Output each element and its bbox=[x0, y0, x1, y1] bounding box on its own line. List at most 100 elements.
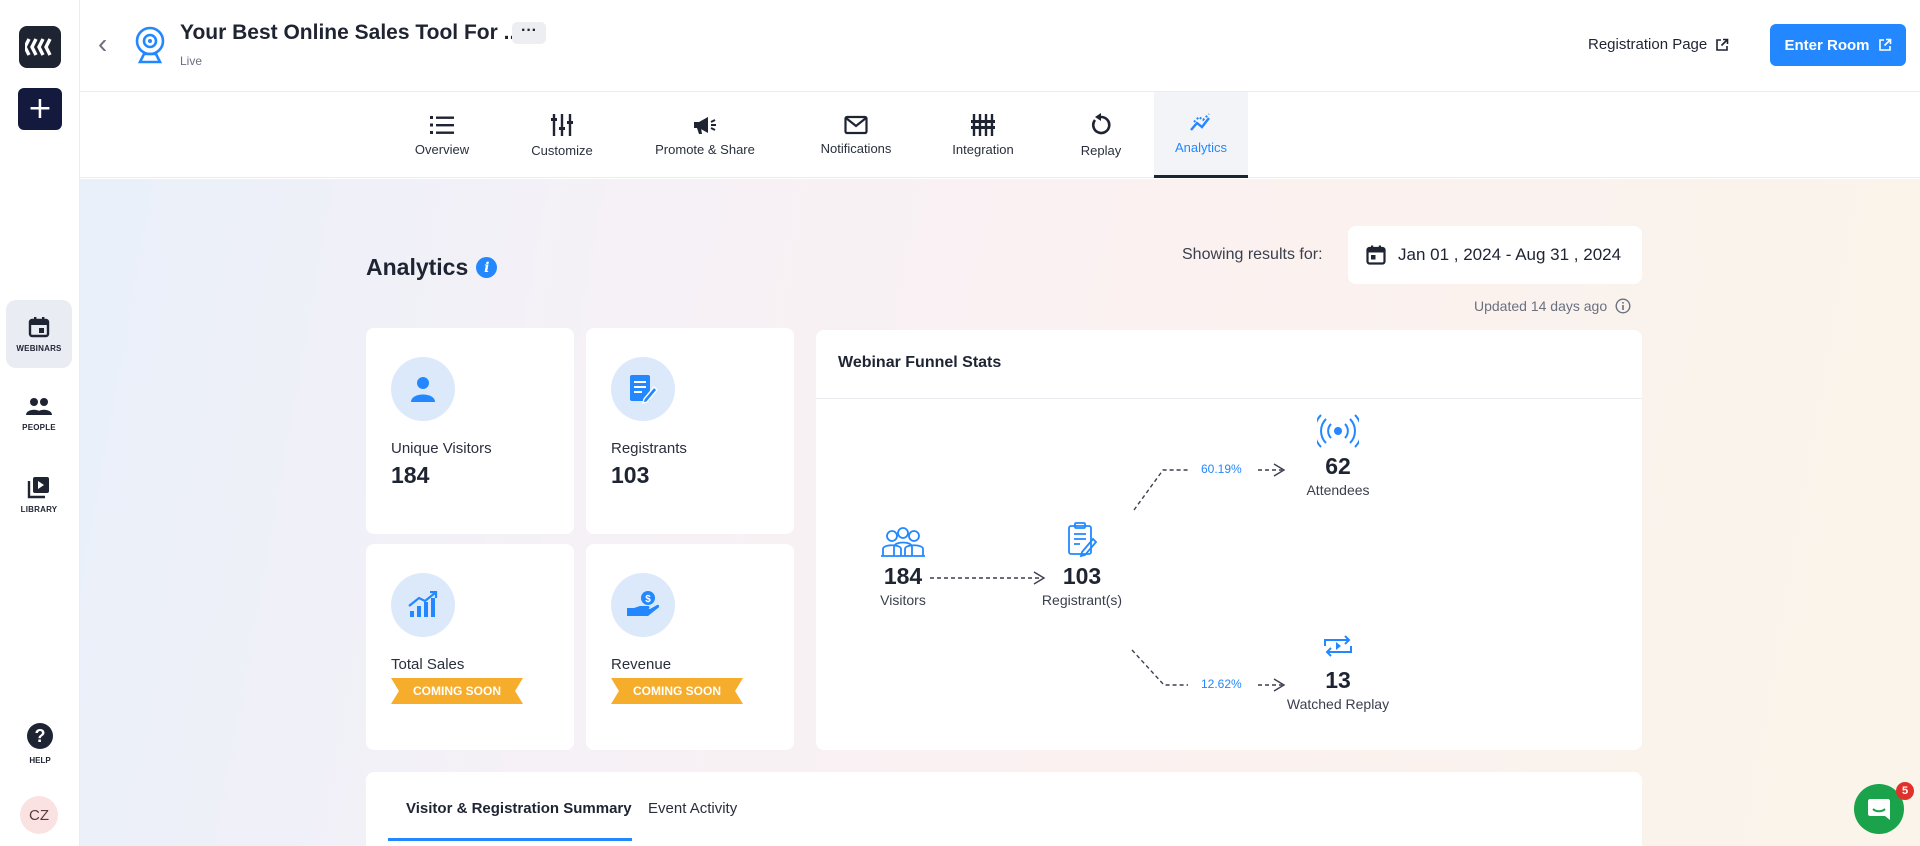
help-icon: ? bbox=[27, 723, 53, 749]
tab-analytics[interactable]: Analytics bbox=[1154, 92, 1248, 178]
funnel-value: 103 bbox=[1062, 563, 1102, 589]
tab-label: Notifications bbox=[820, 140, 892, 156]
registrant-icon-wrap bbox=[611, 357, 675, 421]
funnel-label: Attendees bbox=[1306, 482, 1370, 498]
analytics-heading: Analytics i bbox=[366, 254, 498, 281]
svg-text:$: $ bbox=[645, 594, 651, 605]
help-button[interactable]: ? HELP bbox=[26, 722, 54, 765]
registration-form-icon bbox=[1068, 522, 1098, 558]
tab-label: Customize bbox=[531, 142, 593, 158]
attendees-percent: 60.19% bbox=[1201, 462, 1242, 476]
page-title: Your Best Online Sales Tool For ... bbox=[180, 21, 522, 44]
logo-icon bbox=[25, 38, 52, 56]
top-header: ‹ Your Best Online Sales Tool For ... ··… bbox=[80, 0, 1920, 92]
coming-soon-badge: COMING SOON bbox=[611, 678, 743, 704]
tab-customize[interactable]: Customize bbox=[504, 92, 620, 178]
date-range-value: Jan 01 , 2024 - Aug 31 , 2024 bbox=[1398, 245, 1622, 264]
more-options-button[interactable]: ··· bbox=[512, 22, 546, 44]
funnel-value: 184 bbox=[883, 563, 923, 589]
tab-label: Overview bbox=[414, 141, 470, 157]
funnel-label: Registrant(s) bbox=[1041, 592, 1123, 608]
calendar-icon bbox=[1366, 245, 1386, 265]
library-icon bbox=[27, 476, 49, 498]
funnel-label: Visitors bbox=[880, 592, 926, 608]
rail-item-people[interactable]: PEOPLE bbox=[6, 380, 72, 448]
visitors-group-icon bbox=[881, 527, 925, 557]
webinar-funnel-card: Webinar Funnel Stats 184 Visitors 103 Re… bbox=[816, 330, 1642, 750]
status-label: Live bbox=[180, 54, 203, 68]
create-button[interactable]: + bbox=[18, 88, 62, 130]
tab-label: Promote & Share bbox=[655, 141, 755, 157]
registrants-card: Registrants 103 bbox=[586, 328, 794, 534]
enter-room-label: Enter Room bbox=[1784, 36, 1870, 54]
tab-overview[interactable]: Overview bbox=[380, 92, 504, 178]
rail-item-label: LIBRARY bbox=[20, 504, 58, 514]
summary-tabs-card: Visitor & Registration Summary Event Act… bbox=[366, 772, 1642, 846]
avatar[interactable]: CZ bbox=[20, 796, 58, 834]
funnel-attendees: 62 Attendees bbox=[1286, 414, 1390, 498]
registration-page-link[interactable]: Registration Page bbox=[1588, 36, 1729, 53]
funnel-registrants: 103 Registrant(s) bbox=[1026, 522, 1138, 608]
tab-label: Analytics bbox=[1174, 140, 1228, 155]
webinar-tabs: Overview Customize Promote & Share Notif… bbox=[80, 92, 1920, 178]
replay-loop-icon bbox=[1324, 635, 1352, 657]
external-link-icon bbox=[1878, 38, 1891, 51]
enter-room-button[interactable]: Enter Room bbox=[1770, 24, 1906, 66]
people-icon bbox=[26, 397, 52, 415]
stat-label: Total Sales bbox=[391, 656, 465, 673]
chat-unread-badge: 5 bbox=[1896, 782, 1914, 800]
list-icon bbox=[430, 115, 454, 134]
tab-replay[interactable]: Replay bbox=[1044, 92, 1158, 178]
registration-form-icon bbox=[630, 375, 658, 404]
revenue-card: $ Revenue COMING SOON bbox=[586, 544, 794, 750]
showing-results-label: Showing results for: bbox=[1182, 246, 1323, 263]
tab-visitor-registration-summary[interactable]: Visitor & Registration Summary bbox=[406, 800, 632, 817]
info-outline-icon[interactable] bbox=[1615, 298, 1631, 314]
active-tab-indicator bbox=[388, 838, 632, 841]
rail-item-webinars[interactable]: WEBINARS bbox=[6, 300, 72, 368]
person-icon bbox=[411, 377, 435, 402]
rail-item-library[interactable]: LIBRARY bbox=[6, 460, 72, 528]
tab-promote-share[interactable]: Promote & Share bbox=[620, 92, 790, 178]
stat-label: Unique Visitors bbox=[391, 440, 492, 457]
rail-item-label: PEOPLE bbox=[22, 422, 56, 432]
tab-event-activity[interactable]: Event Activity bbox=[648, 800, 737, 817]
tab-integration[interactable]: Integration bbox=[922, 92, 1044, 178]
sales-icon-wrap bbox=[391, 573, 455, 637]
app-logo[interactable] bbox=[19, 26, 61, 68]
visitor-icon-wrap bbox=[391, 357, 455, 421]
megaphone-icon bbox=[694, 116, 716, 134]
analytics-icon bbox=[1190, 113, 1210, 131]
left-rail: + WEBINARS PEOPLE LIBRARY ? HELP CZ bbox=[0, 0, 80, 846]
help-label: HELP bbox=[29, 756, 51, 765]
calendar-icon bbox=[28, 316, 50, 337]
webcam-icon bbox=[135, 26, 165, 64]
broadcast-icon bbox=[1313, 414, 1363, 448]
envelope-icon bbox=[844, 115, 868, 134]
updated-status: Updated 14 days ago bbox=[1474, 298, 1631, 314]
integration-icon bbox=[971, 113, 995, 136]
tab-label: Replay bbox=[1080, 142, 1122, 158]
sliders-icon bbox=[551, 113, 573, 136]
growth-chart-icon bbox=[408, 591, 438, 617]
stat-label: Registrants bbox=[611, 440, 687, 457]
coming-soon-badge: COMING SOON bbox=[391, 678, 523, 704]
chat-icon bbox=[1868, 799, 1890, 820]
back-icon[interactable]: ‹ bbox=[98, 30, 107, 58]
analytics-title: Analytics bbox=[366, 254, 469, 280]
stat-label: Revenue bbox=[611, 656, 672, 673]
total-sales-card: Total Sales COMING SOON bbox=[366, 544, 574, 750]
tab-notifications[interactable]: Notifications bbox=[790, 92, 922, 178]
rail-item-label: WEBINARS bbox=[16, 343, 62, 353]
replay-icon bbox=[1091, 112, 1111, 134]
info-icon[interactable]: i bbox=[476, 257, 498, 278]
external-link-icon bbox=[1716, 38, 1729, 51]
funnel-value: 13 bbox=[1325, 667, 1351, 693]
stat-value: 184 bbox=[391, 462, 430, 488]
funnel-watched-replay: 13 Watched Replay bbox=[1274, 630, 1402, 712]
registration-page-label: Registration Page bbox=[1588, 36, 1708, 53]
date-range-picker[interactable]: Jan 01 , 2024 - Aug 31 , 2024 bbox=[1348, 226, 1642, 284]
replay-percent: 12.62% bbox=[1201, 677, 1242, 691]
unique-visitors-card: Unique Visitors 184 bbox=[366, 328, 574, 534]
updated-label: Updated 14 days ago bbox=[1474, 298, 1608, 314]
